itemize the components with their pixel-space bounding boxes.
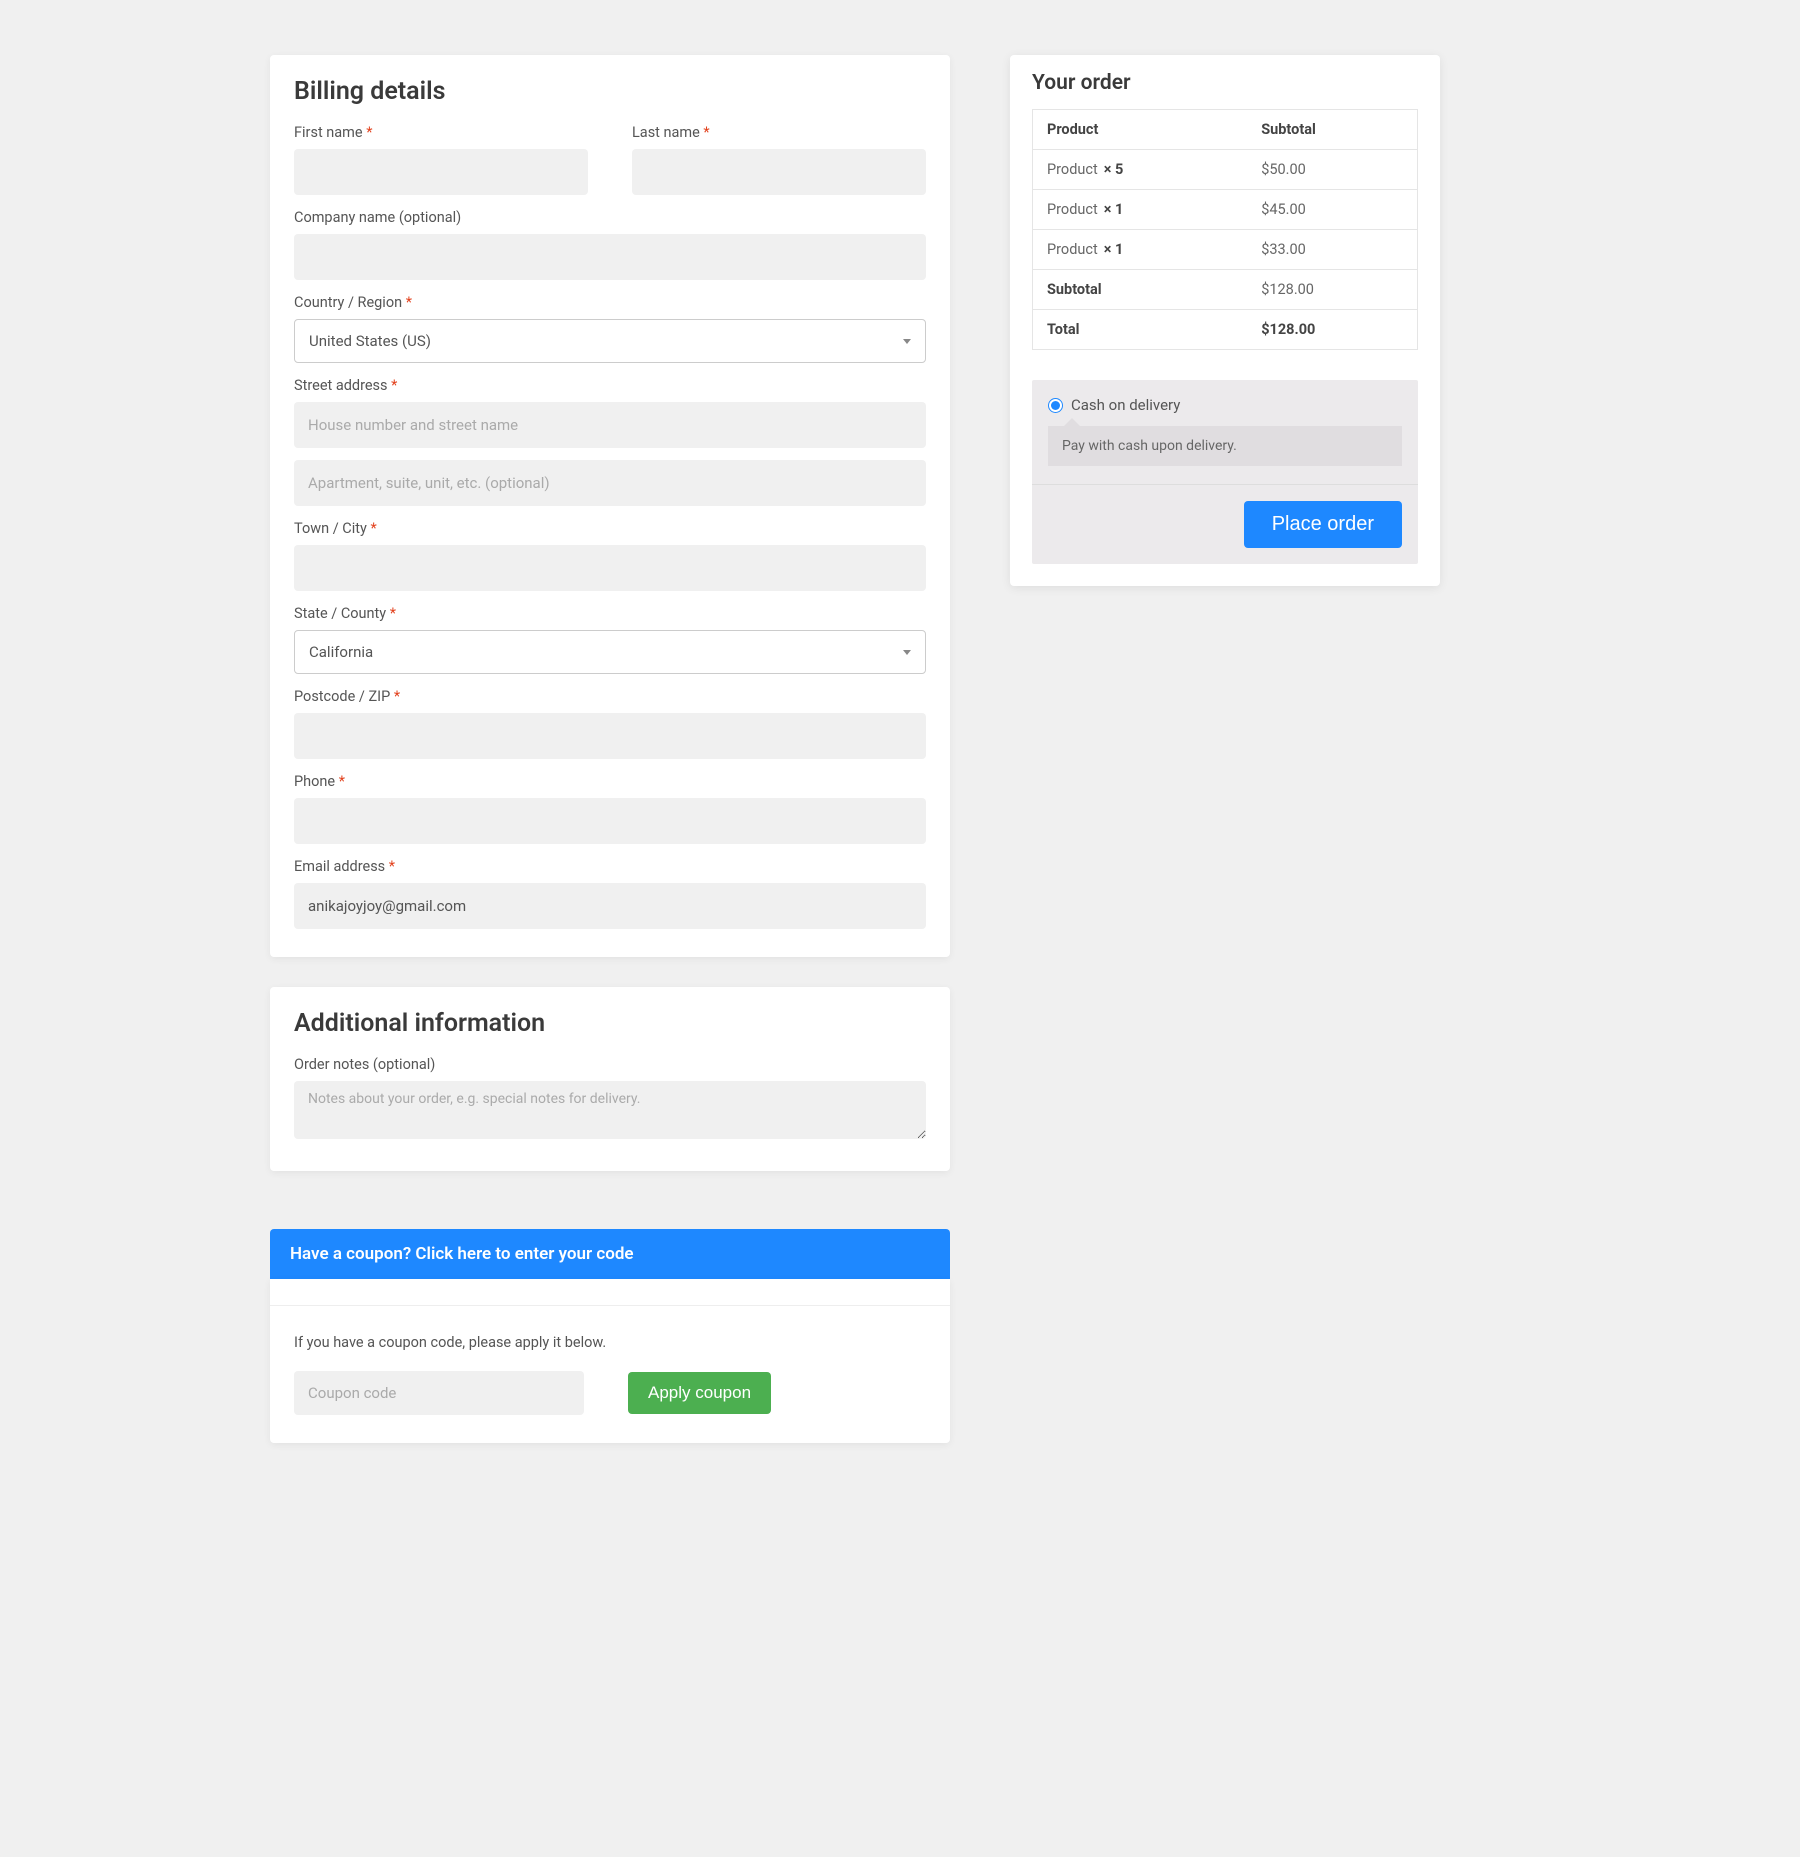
payment-method-cod[interactable]: Cash on delivery <box>1048 396 1402 414</box>
country-select[interactable]: United States (US) <box>294 319 926 363</box>
country-label: Country / Region * <box>294 294 926 311</box>
required-mark: * <box>339 773 345 790</box>
city-input[interactable] <box>294 545 926 591</box>
country-selected: United States (US) <box>309 332 431 350</box>
payment-method-label: Cash on delivery <box>1071 396 1180 414</box>
order-th-product: Product <box>1033 110 1248 150</box>
email-input[interactable] <box>294 883 926 929</box>
order-item-name: Product <box>1047 161 1098 178</box>
order-item-name: Product <box>1047 241 1098 258</box>
company-input[interactable] <box>294 234 926 280</box>
state-select[interactable]: California <box>294 630 926 674</box>
postcode-label: Postcode / ZIP * <box>294 688 926 705</box>
phone-input[interactable] <box>294 798 926 844</box>
payment-method-desc: Pay with cash upon delivery. <box>1048 426 1402 466</box>
order-th-subtotal: Subtotal <box>1247 110 1417 150</box>
order-item-subtotal: $50.00 <box>1247 150 1417 190</box>
postcode-input[interactable] <box>294 713 926 759</box>
order-table: Product Subtotal Product × 5 $50.00 Produ… <box>1032 109 1418 350</box>
chevron-down-icon <box>903 339 911 344</box>
billing-card: Billing details First name * Last name *… <box>270 55 950 957</box>
city-label: Town / City * <box>294 520 926 537</box>
required-mark: * <box>389 858 395 875</box>
order-total-value: $128.00 <box>1247 310 1417 350</box>
place-order-button[interactable]: Place order <box>1244 501 1402 548</box>
payment-radio-cod[interactable] <box>1048 398 1063 413</box>
order-item-qty: × 5 <box>1104 161 1124 178</box>
order-subtotal-value: $128.00 <box>1247 270 1417 310</box>
required-mark: * <box>366 124 372 141</box>
order-subtotal-row: Subtotal $128.00 <box>1033 270 1418 310</box>
order-total-row: Total $128.00 <box>1033 310 1418 350</box>
chevron-down-icon <box>903 650 911 655</box>
coupon-code-input[interactable] <box>294 1371 584 1415</box>
company-label: Company name (optional) <box>294 209 926 226</box>
email-label: Email address * <box>294 858 926 875</box>
state-selected: California <box>309 643 373 661</box>
required-mark: * <box>406 294 412 311</box>
order-notes-label: Order notes (optional) <box>294 1056 926 1073</box>
street-label: Street address * <box>294 377 926 394</box>
state-label: State / County * <box>294 605 926 622</box>
required-mark: * <box>390 605 396 622</box>
additional-title: Additional information <box>294 1009 926 1038</box>
order-summary-card: Your order Product Subtotal Product × 5 $… <box>1010 55 1440 586</box>
order-notes-input[interactable] <box>294 1081 926 1139</box>
street1-input[interactable] <box>294 402 926 448</box>
order-subtotal-label: Subtotal <box>1033 270 1248 310</box>
additional-info-card: Additional information Order notes (opti… <box>270 987 950 1171</box>
coupon-hint: If you have a coupon code, please apply … <box>294 1334 926 1351</box>
order-item-name: Product <box>1047 201 1098 218</box>
coupon-section: Have a coupon? Click here to enter your … <box>270 1229 950 1443</box>
street2-input[interactable] <box>294 460 926 506</box>
last-name-input[interactable] <box>632 149 926 195</box>
required-mark: * <box>391 377 397 394</box>
order-item-subtotal: $33.00 <box>1247 230 1417 270</box>
required-mark: * <box>703 124 709 141</box>
coupon-toggle-bar[interactable]: Have a coupon? Click here to enter your … <box>270 1229 950 1279</box>
billing-title: Billing details <box>294 77 926 106</box>
order-total-label: Total <box>1033 310 1248 350</box>
order-item-qty: × 1 <box>1104 201 1124 218</box>
phone-label: Phone * <box>294 773 926 790</box>
required-mark: * <box>370 520 376 537</box>
required-mark: * <box>394 688 400 705</box>
last-name-label: Last name * <box>632 124 926 141</box>
payment-box: Cash on delivery Pay with cash upon deli… <box>1032 380 1418 564</box>
first-name-label: First name * <box>294 124 588 141</box>
order-title: Your order <box>1032 71 1418 95</box>
order-row: Product × 5 $50.00 <box>1033 150 1418 190</box>
order-row: Product × 1 $45.00 <box>1033 190 1418 230</box>
order-item-qty: × 1 <box>1104 241 1124 258</box>
order-row: Product × 1 $33.00 <box>1033 230 1418 270</box>
apply-coupon-button[interactable]: Apply coupon <box>628 1372 771 1414</box>
first-name-input[interactable] <box>294 149 588 195</box>
order-item-subtotal: $45.00 <box>1247 190 1417 230</box>
